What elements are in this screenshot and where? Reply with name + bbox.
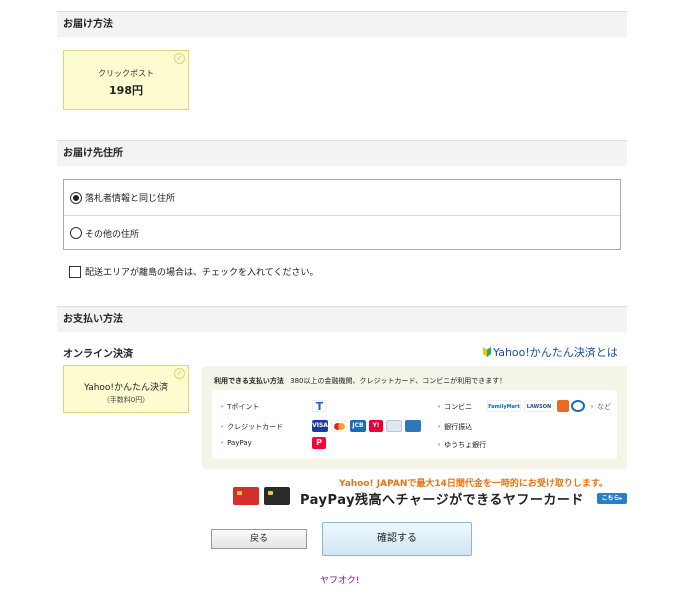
island-checkbox-label: 配送エリアが離島の場合は、チェックを入れてください。 [85, 268, 319, 278]
ministop-logo-icon [557, 400, 569, 412]
address-option-other[interactable]: その他の住所 [64, 215, 620, 250]
methods-header: 利用できる支払い方法 380以上の金融機関、クレジットカード、コンビニが利用でき… [214, 376, 506, 386]
promo-notice: Yahoo! JAPANで最大14日間代金を一時的にお受け取りします。 [339, 479, 608, 489]
shipping-option-price: 198円 [109, 84, 143, 97]
footer-yahoo-auction-link[interactable]: ヤフオク! [320, 573, 359, 586]
method-credit: クレジットカード [220, 422, 283, 432]
seicomart-logo-icon [571, 400, 585, 412]
island-checkbox[interactable] [69, 265, 81, 278]
jcb-logo-icon: JCB [350, 420, 366, 432]
check-icon: ✓ [174, 53, 185, 64]
payment-option-easy-payment[interactable]: ✓ Yahoo!かんたん決済 （手数料0円） [63, 365, 189, 413]
island-checkbox-row[interactable]: 配送エリアが離島の場合は、チェックを入れてください。 [69, 265, 318, 278]
lawson-logo-icon: LAWSON [524, 400, 554, 412]
method-conveni: コンビニ [437, 402, 472, 412]
payment-option-fee: （手数料0円） [102, 396, 150, 404]
payment-heading: お支払い方法 [57, 306, 627, 332]
radio-unselected[interactable] [70, 227, 82, 239]
delivery-address-heading: お届け先住所 [57, 140, 627, 166]
available-methods-panel: 利用できる支払い方法 380以上の金融機関、クレジットカード、コンビニが利用でき… [202, 366, 627, 469]
mastercard-logo-icon [331, 420, 347, 432]
method-yucho: ゆうちょ銀行 [437, 440, 486, 450]
familymart-logo-icon: FamilyMart [487, 400, 521, 412]
about-easy-payment-link[interactable]: Yahoo!かんたん決済とは [483, 344, 618, 360]
radio-selected[interactable] [70, 191, 82, 204]
conveni-more-text: など [590, 402, 611, 412]
method-bank: 銀行振込 [437, 422, 472, 432]
address-options: 落札者情報と同じ住所 その他の住所 [63, 179, 621, 250]
amex-logo-icon [405, 420, 421, 432]
methods-title: 利用できる支払い方法 [214, 377, 284, 385]
shipping-option-clickpost[interactable]: ✓ クリックポスト 198円 [63, 50, 189, 110]
visa-logo-icon: VISA [312, 420, 328, 432]
delivery-method-heading: お届け方法 [57, 11, 627, 37]
address-option-label: その他の住所 [85, 229, 140, 240]
yahoo-card-logo-icon: Y! [369, 420, 383, 432]
yahoo-card-red-icon [233, 487, 259, 505]
beginner-mark-icon [483, 347, 491, 357]
online-payment-label: オンライン決済 [63, 349, 133, 360]
diners-logo-icon [386, 420, 402, 432]
tpoint-logo-icon: T [312, 400, 327, 413]
methods-list: Tポイント クレジットカード PayPay コンビニ 銀行振込 ゆうちょ銀行 T… [212, 390, 617, 459]
yahoo-card-black-icon [264, 487, 290, 505]
shipping-option-name: クリックポスト [98, 69, 154, 78]
address-option-same[interactable]: 落札者情報と同じ住所 [64, 180, 620, 215]
method-paypay: PayPay [220, 439, 252, 447]
about-easy-payment-text: Yahoo!かんたん決済とは [493, 346, 618, 359]
address-option-label: 落札者情報と同じ住所 [85, 194, 176, 204]
back-button[interactable]: 戻る [211, 529, 307, 549]
promo-headline[interactable]: PayPay残高へチャージができるヤフーカード [300, 489, 584, 508]
method-tpoint: Tポイント [220, 402, 259, 412]
methods-note: 380以上の金融機関、クレジットカード、コンビニが利用できます！ [290, 377, 507, 385]
paypay-logo-icon: P [312, 437, 326, 449]
confirm-button[interactable]: 確認する [322, 522, 472, 556]
check-icon: ✓ [174, 368, 185, 379]
promo-link-button[interactable]: こちら▸ [597, 493, 627, 504]
payment-option-name: Yahoo!かんたん決済 [83, 383, 169, 393]
